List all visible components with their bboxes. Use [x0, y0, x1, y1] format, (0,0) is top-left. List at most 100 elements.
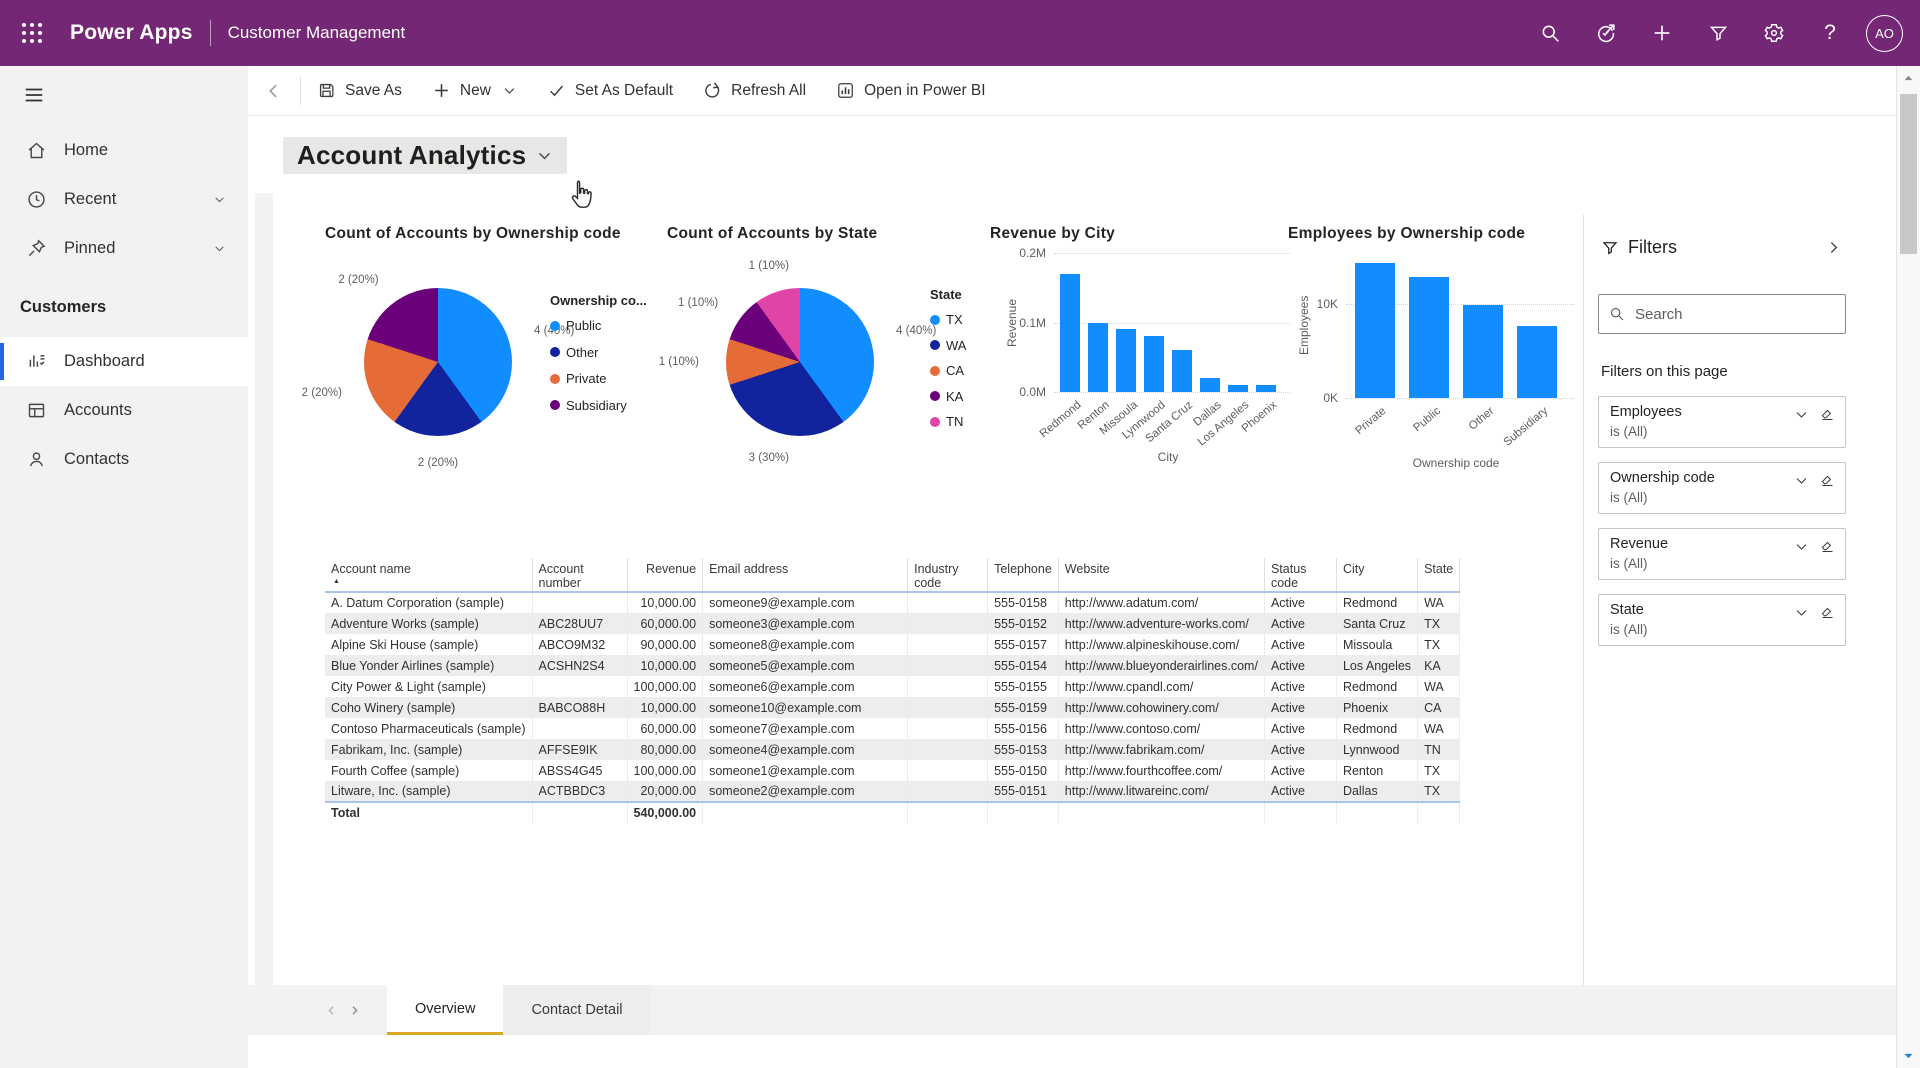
avatar[interactable]: AO [1866, 15, 1903, 52]
table-row[interactable]: Fabrikam, Inc. (sample)AFFSE9IK80,000.00… [325, 739, 1460, 760]
settings-gear-icon[interactable] [1746, 0, 1802, 66]
sidebar-item-dashboard[interactable]: Dashboard [0, 337, 248, 386]
table-row[interactable]: Litware, Inc. (sample)ACTBBDC320,000.00s… [325, 781, 1460, 802]
table-cell: Santa Cruz [1336, 613, 1417, 634]
filter-icon[interactable] [1690, 0, 1746, 66]
bar-missoula[interactable] [1116, 329, 1136, 392]
legend-item-tn[interactable]: TN [930, 414, 963, 429]
pie-data-label: 1 (10%) [749, 260, 789, 272]
legend-item-ka[interactable]: KA [930, 389, 963, 404]
table-cell: Active [1264, 655, 1336, 676]
bar-subsidiary[interactable] [1517, 326, 1557, 398]
table-row[interactable]: Coho Winery (sample)BABCO88H10,000.00som… [325, 697, 1460, 718]
filter-card-state[interactable]: Stateis (All) [1598, 594, 1846, 646]
scrollbar-thumb[interactable] [1900, 94, 1917, 254]
bar-dallas[interactable] [1200, 378, 1220, 392]
new-button[interactable]: New [432, 81, 517, 100]
bar-lynnwood[interactable] [1144, 336, 1164, 392]
column-header-email-address[interactable]: Email address [703, 558, 908, 592]
legend-item-ca[interactable]: CA [930, 363, 964, 378]
table-row[interactable]: City Power & Light (sample)100,000.00som… [325, 676, 1460, 697]
add-icon[interactable] [1634, 0, 1690, 66]
legend-swatch [930, 340, 940, 350]
sidebar-item-home[interactable]: Home [0, 126, 248, 175]
bar-public[interactable] [1409, 277, 1449, 398]
bar-chart-icon [836, 81, 855, 100]
column-header-city[interactable]: City [1336, 558, 1417, 592]
chevron-down-icon[interactable] [213, 242, 226, 255]
table-cell: 60,000.00 [627, 613, 703, 634]
legend-item-subsidiary[interactable]: Subsidiary [550, 398, 627, 413]
scroll-up-arrow-icon[interactable] [1902, 72, 1915, 85]
chevron-down-icon[interactable] [1794, 407, 1809, 422]
bar-phoenix[interactable] [1256, 385, 1276, 392]
column-header-revenue[interactable]: Revenue [627, 558, 703, 592]
bar-other[interactable] [1463, 305, 1503, 398]
save-as-button[interactable]: Save As [317, 81, 402, 100]
set-as-default-button[interactable]: Set As Default [547, 81, 673, 100]
column-header-account-number[interactable]: Account number [532, 558, 627, 592]
legend-item-wa[interactable]: WA [930, 338, 966, 353]
legend-item-tx[interactable]: TX [930, 312, 963, 327]
column-header-state[interactable]: State [1418, 558, 1460, 592]
eraser-icon[interactable] [1820, 605, 1835, 620]
bar-renton[interactable] [1088, 323, 1108, 393]
bar-los-angeles[interactable] [1228, 385, 1248, 392]
back-button[interactable] [248, 66, 300, 116]
table-row[interactable]: A. Datum Corporation (sample)10,000.00so… [325, 592, 1460, 613]
tab-overview[interactable]: Overview [387, 985, 503, 1035]
chevron-down-icon[interactable] [1794, 539, 1809, 554]
sidebar-item-recent[interactable]: Recent [0, 175, 248, 224]
column-header-telephone[interactable]: Telephone [988, 558, 1059, 592]
waffle-menu-icon[interactable] [0, 0, 64, 66]
column-header-industry-code[interactable]: Industry code [908, 558, 988, 592]
sidebar-item-accounts[interactable]: Accounts [0, 386, 248, 435]
tab-scroll-left-icon[interactable] [325, 1004, 338, 1017]
search-icon[interactable] [1522, 0, 1578, 66]
table-row[interactable]: Adventure Works (sample)ABC28UU760,000.0… [325, 613, 1460, 634]
refresh-all-button[interactable]: Refresh All [703, 81, 806, 100]
chevron-down-icon[interactable] [1794, 473, 1809, 488]
column-header-website[interactable]: Website [1058, 558, 1264, 592]
table-cell: http://www.litwareinc.com/ [1058, 781, 1264, 802]
app-brand[interactable]: Power Apps [70, 21, 193, 45]
bar-redmond[interactable] [1060, 274, 1080, 392]
table-row[interactable]: Blue Yonder Airlines (sample)ACSHN2S410,… [325, 655, 1460, 676]
table-cell: TX [1418, 634, 1460, 655]
legend-item-public[interactable]: Public [550, 318, 601, 333]
column-header-account-name[interactable]: Account name▲ [325, 558, 532, 592]
filter-card-ownership-code[interactable]: Ownership codeis (All) [1598, 462, 1846, 514]
eraser-icon[interactable] [1820, 539, 1835, 554]
filter-card-employees[interactable]: Employeesis (All) [1598, 396, 1846, 448]
chevron-down-icon[interactable] [213, 193, 226, 206]
app-title[interactable]: Customer Management [228, 23, 406, 43]
sidebar-item-contacts[interactable]: Contacts [0, 435, 248, 484]
open-in-power-bi-button[interactable]: Open in Power BI [836, 81, 985, 100]
sidebar-item-pinned[interactable]: Pinned [0, 224, 248, 273]
scroll-down-arrow-icon[interactable] [1902, 1049, 1915, 1062]
filter-card-revenue[interactable]: Revenueis (All) [1598, 528, 1846, 580]
legend-item-other[interactable]: Other [550, 345, 599, 360]
tab-contact-detail[interactable]: Contact Detail [503, 985, 650, 1035]
chevron-down-icon[interactable] [502, 83, 517, 98]
filter-search-input[interactable] [1635, 306, 1835, 323]
eraser-icon[interactable] [1820, 407, 1835, 422]
hamburger-menu-icon[interactable] [14, 78, 54, 112]
pie[interactable] [364, 288, 512, 436]
legend-item-private[interactable]: Private [550, 371, 606, 386]
collapse-panel-chevron-icon[interactable] [1825, 239, 1842, 256]
pie[interactable] [726, 288, 874, 436]
chevron-down-icon[interactable] [1794, 605, 1809, 620]
insights-compass-icon[interactable] [1578, 0, 1634, 66]
table-cell: Dallas [1336, 781, 1417, 802]
table-row[interactable]: Alpine Ski House (sample)ABCO9M3290,000.… [325, 634, 1460, 655]
table-row[interactable]: Fourth Coffee (sample)ABSS4G45100,000.00… [325, 760, 1460, 781]
tab-scroll-right-icon[interactable] [348, 1004, 361, 1017]
bar-private[interactable] [1355, 263, 1395, 398]
dashboard-selector[interactable]: Account Analytics [283, 137, 567, 174]
help-icon[interactable]: ? [1802, 0, 1858, 66]
eraser-icon[interactable] [1820, 473, 1835, 488]
column-header-status-code[interactable]: Status code [1264, 558, 1336, 592]
table-row[interactable]: Contoso Pharmaceuticals (sample)60,000.0… [325, 718, 1460, 739]
bar-santa-cruz[interactable] [1172, 350, 1192, 392]
